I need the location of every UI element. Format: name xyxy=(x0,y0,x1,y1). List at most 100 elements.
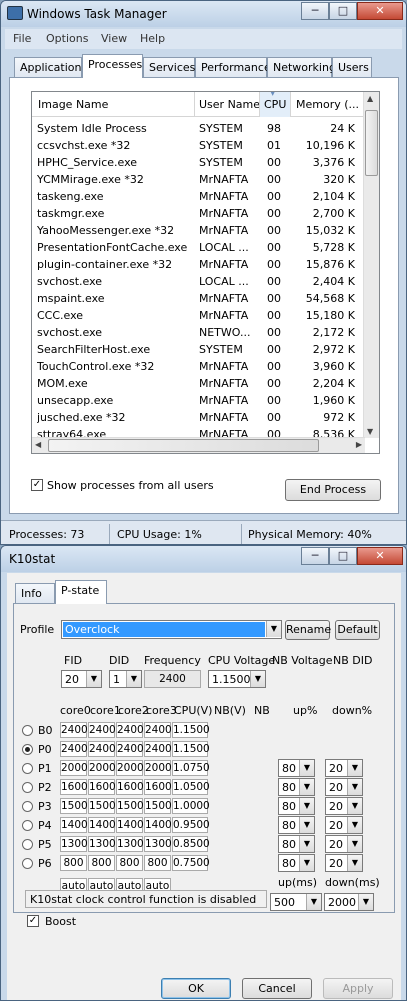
scroll-left-icon[interactable]: ◀ xyxy=(35,440,41,449)
tab-networking[interactable]: Networking xyxy=(267,57,336,78)
vertical-scrollbar[interactable]: ▲ ▼ xyxy=(363,92,379,438)
down-percent-select[interactable]: 20 ▼ xyxy=(325,854,363,872)
cpu-voltage-cell[interactable]: 1.1500 xyxy=(172,722,210,738)
table-row[interactable]: unsecapp.exe MrNAFTA 00 1,960 K xyxy=(32,392,362,409)
cpu-voltage-cell[interactable]: 1.1500 xyxy=(172,741,210,757)
table-row[interactable]: CCC.exe MrNAFTA 00 15,180 K xyxy=(32,307,362,324)
core1-freq-cell[interactable]: 2400 xyxy=(88,741,116,757)
core1-freq-cell[interactable]: 1300 xyxy=(88,836,116,852)
core2-freq-cell[interactable]: 800 xyxy=(116,855,143,871)
down-percent-select[interactable]: 20 ▼ xyxy=(325,759,363,777)
tab-users[interactable]: Users xyxy=(332,57,372,78)
table-row[interactable]: HPHC_Service.exe SYSTEM 00 3,376 K xyxy=(32,154,362,171)
core1-freq-cell[interactable]: 1600 xyxy=(88,779,116,795)
down-percent-select[interactable]: 20 ▼ xyxy=(325,835,363,853)
table-row[interactable]: TouchControl.exe *32 MrNAFTA 00 3,960 K xyxy=(32,358,362,375)
core3-freq-cell[interactable]: 2400 xyxy=(144,741,172,757)
core1-freq-cell[interactable]: 1400 xyxy=(88,817,116,833)
tab-pstate[interactable]: P-state xyxy=(55,580,107,604)
cpu-voltage-cell[interactable]: 0.7500 xyxy=(172,855,210,871)
cpu-voltage-cell[interactable]: 0.9500 xyxy=(172,817,210,833)
up-percent-select[interactable]: 80 ▼ xyxy=(278,816,315,834)
maximize-button[interactable]: □ xyxy=(329,2,357,20)
core2-freq-cell[interactable]: 2000 xyxy=(116,760,144,776)
pstate-radio-p0[interactable] xyxy=(22,744,33,755)
down-percent-select[interactable]: 20 ▼ xyxy=(325,797,363,815)
title-bar[interactable]: Windows Task Manager ─ □ ✕ xyxy=(1,1,406,27)
table-row[interactable]: SearchFilterHost.exe SYSTEM 00 2,972 K xyxy=(32,341,362,358)
core0-freq-cell[interactable]: 1300 xyxy=(60,836,88,852)
core3-freq-cell[interactable]: 1600 xyxy=(144,779,172,795)
menu-file[interactable]: File xyxy=(13,32,31,45)
col-cpu[interactable]: CPU xyxy=(264,98,286,111)
k10-maximize-button[interactable]: □ xyxy=(329,547,357,565)
table-row[interactable]: PresentationFontCache.exe LOCAL ... 00 5,72… xyxy=(32,239,362,256)
table-row[interactable]: svchost.exe LOCAL ... 00 2,404 K xyxy=(32,273,362,290)
menu-view[interactable]: View xyxy=(101,32,127,45)
table-row[interactable]: YCMMirage.exe *32 MrNAFTA 00 320 K xyxy=(32,171,362,188)
core1-freq-cell[interactable]: 2000 xyxy=(88,760,116,776)
core0-freq-cell[interactable]: 800 xyxy=(60,855,87,871)
down-percent-select[interactable]: 20 ▼ xyxy=(325,816,363,834)
core2-freq-cell[interactable]: 1600 xyxy=(116,779,144,795)
minimize-button[interactable]: ─ xyxy=(301,2,329,20)
table-row[interactable]: taskmgr.exe MrNAFTA 00 2,700 K xyxy=(32,205,362,222)
core3-freq-cell[interactable]: 1300 xyxy=(144,836,172,852)
core0-freq-cell[interactable]: 1600 xyxy=(60,779,88,795)
k10-close-button[interactable]: ✕ xyxy=(357,547,403,565)
core2-freq-cell[interactable]: 1500 xyxy=(116,798,144,814)
table-row[interactable]: ccsvchst.exe *32 SYSTEM 01 10,196 K xyxy=(32,137,362,154)
menu-options[interactable]: Options xyxy=(46,32,88,45)
table-row[interactable]: System Idle Process SYSTEM 98 24 K xyxy=(32,120,362,137)
core3-freq-cell[interactable]: 2400 xyxy=(144,722,172,738)
k10-title-bar[interactable]: K10stat ─ □ ✕ xyxy=(1,546,406,572)
vertical-scroll-thumb[interactable] xyxy=(365,110,378,176)
up-percent-select[interactable]: 80 ▼ xyxy=(278,835,315,853)
cancel-button[interactable]: Cancel xyxy=(242,978,312,999)
col-image-name[interactable]: Image Name xyxy=(38,98,108,111)
core0-freq-cell[interactable]: 2000 xyxy=(60,760,88,776)
core3-freq-cell[interactable]: 800 xyxy=(144,855,171,871)
core2-freq-cell[interactable]: 1300 xyxy=(116,836,144,852)
up-percent-select[interactable]: 80 ▼ xyxy=(278,797,315,815)
core1-freq-cell[interactable]: 800 xyxy=(88,855,115,871)
table-row[interactable]: mspaint.exe MrNAFTA 00 54,568 K xyxy=(32,290,362,307)
core3-freq-cell[interactable]: 1400 xyxy=(144,817,172,833)
fid-select[interactable]: 20 ▼ xyxy=(61,670,102,688)
pstate-radio-p2[interactable] xyxy=(22,782,33,793)
table-row[interactable]: plugin-container.exe *32 MrNAFTA 00 15,876 … xyxy=(32,256,362,273)
up-percent-select[interactable]: 80 ▼ xyxy=(278,778,315,796)
cpu-voltage-cell[interactable]: 0.8500 xyxy=(172,836,210,852)
cpu-voltage-cell[interactable]: 1.0750 xyxy=(172,760,210,776)
core2-freq-cell[interactable]: 1400 xyxy=(116,817,144,833)
tab-performance[interactable]: Performance xyxy=(195,57,271,78)
tab-info[interactable]: Info xyxy=(15,583,55,604)
table-row[interactable]: taskeng.exe MrNAFTA 00 2,104 K xyxy=(32,188,362,205)
up-percent-select[interactable]: 80 ▼ xyxy=(278,759,315,777)
tab-applications[interactable]: Applications xyxy=(14,57,87,78)
pstate-radio-p3[interactable] xyxy=(22,801,33,812)
pstate-radio-p5[interactable] xyxy=(22,839,33,850)
pstate-radio-p4[interactable] xyxy=(22,820,33,831)
horizontal-scroll-thumb[interactable] xyxy=(48,439,319,452)
table-row[interactable]: svchost.exe NETWO... 00 2,172 K xyxy=(32,324,362,341)
end-process-button[interactable]: End Process xyxy=(285,479,381,501)
process-list[interactable]: Image Name User Name CPU ▼ Memory (... S… xyxy=(31,91,380,454)
profile-select[interactable]: Overclock ▼ xyxy=(61,620,282,639)
pstate-radio-p6[interactable] xyxy=(22,858,33,869)
horizontal-scrollbar[interactable]: ◀ ▶ xyxy=(32,437,365,453)
scroll-down-icon[interactable]: ▼ xyxy=(367,427,373,436)
rename-button[interactable]: Rename xyxy=(285,620,331,640)
did-select[interactable]: 1 ▼ xyxy=(109,670,142,688)
scroll-right-icon[interactable]: ▶ xyxy=(356,440,362,449)
default-button[interactable]: Default xyxy=(335,620,380,640)
menu-help[interactable]: Help xyxy=(140,32,165,45)
col-memory[interactable]: Memory (... xyxy=(296,98,359,111)
col-user-name[interactable]: User Name xyxy=(199,98,260,111)
cpu-voltage-cell[interactable]: 1.0500 xyxy=(172,779,210,795)
down-percent-select[interactable]: 20 ▼ xyxy=(325,778,363,796)
boost-checkbox[interactable]: ✓ xyxy=(27,915,39,927)
core3-freq-cell[interactable]: 1500 xyxy=(144,798,172,814)
table-row[interactable]: jusched.exe *32 MrNAFTA 00 972 K xyxy=(32,409,362,426)
core1-freq-cell[interactable]: 1500 xyxy=(88,798,116,814)
